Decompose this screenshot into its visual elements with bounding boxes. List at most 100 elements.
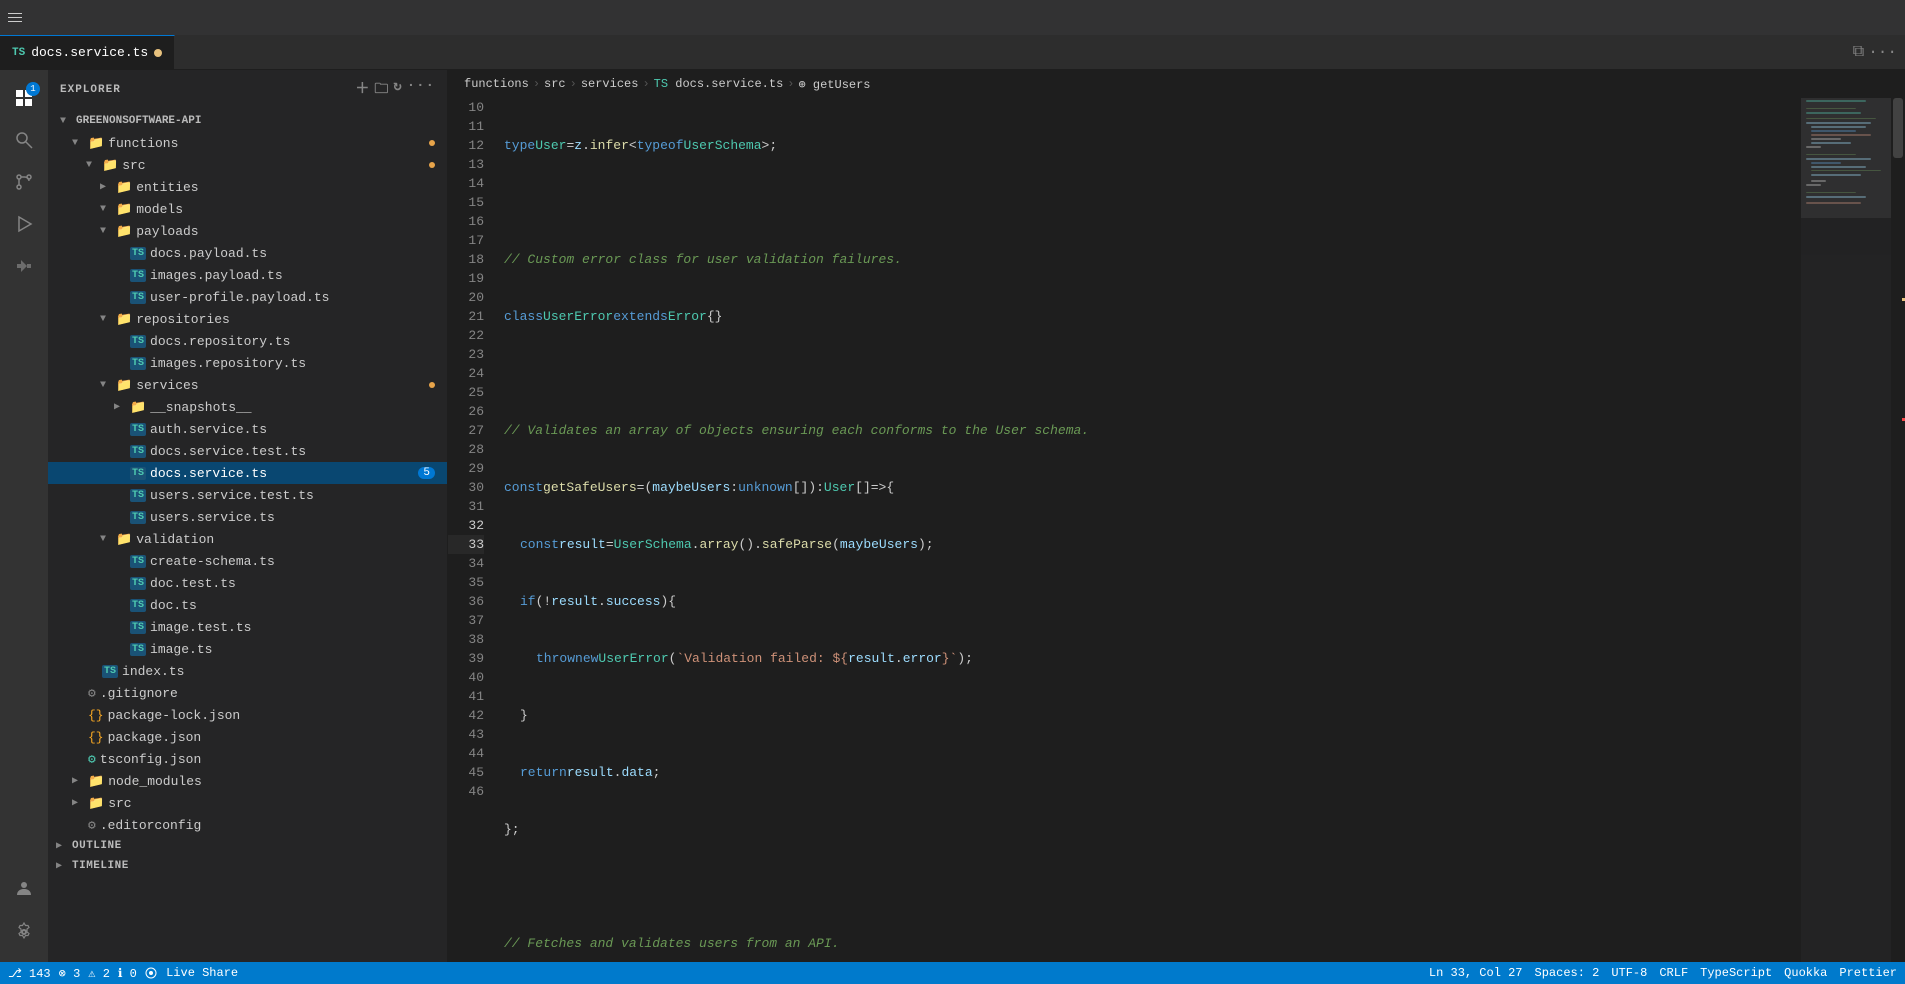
folder-icon-entities: 📁 (116, 180, 132, 195)
arrow-node-modules: ▶ (72, 775, 88, 787)
tree-snapshots[interactable]: ▶ 📁 __snapshots__ (48, 396, 447, 418)
status-info[interactable]: ℹ 0 (118, 966, 137, 981)
status-branch[interactable]: ⎇ 143 (8, 966, 51, 981)
code-line-21: return result.data; (504, 763, 1801, 782)
ts-icon-doc: TS (130, 599, 146, 612)
tree-functions[interactable]: ▼ 📁 functions (48, 132, 447, 154)
code-container: 1011121314 1516171819 2021222324 2526272… (448, 98, 1905, 962)
label-users-service-test: users.service.test.ts (150, 488, 314, 503)
tree-tsconfig[interactable]: ▶ ⚙ tsconfig.json (48, 748, 447, 770)
tree-package-json[interactable]: ▶ {} package.json (48, 726, 447, 748)
tree-doc-test[interactable]: ▶ TS doc.test.ts (48, 572, 447, 594)
activity-debug[interactable] (4, 204, 44, 244)
sidebar-header-icons: ＋ 🗀 ↻ ··· (355, 78, 435, 102)
activity-accounts[interactable] (4, 868, 44, 908)
collapse-icon[interactable]: ··· (407, 78, 435, 102)
label-image: image.ts (150, 642, 212, 657)
tree-docs-service[interactable]: ▶ TS docs.service.ts 5 (48, 462, 447, 484)
tree-editorconfig[interactable]: ▶ ⚙ .editorconfig (48, 814, 447, 836)
tree-docs-repository[interactable]: ▶ TS docs.repository.ts (48, 330, 447, 352)
minimap-slider[interactable] (1801, 98, 1891, 218)
breadcrumb-src[interactable]: src (544, 77, 566, 91)
hamburger-menu[interactable] (8, 10, 24, 26)
tree-create-schema[interactable]: ▶ TS create-schema.ts (48, 550, 447, 572)
tree-users-service-test[interactable]: ▶ TS users.service.test.ts (48, 484, 447, 506)
new-file-icon[interactable]: ＋ (355, 78, 370, 102)
status-errors[interactable]: ⊗ 3 (59, 966, 81, 981)
status-encoding[interactable]: UTF-8 (1611, 966, 1647, 980)
status-bar: ⎇ 143 ⊗ 3 ⚠ 2 ℹ 0 Live Share Ln 33, Col … (0, 962, 1905, 984)
ts-icon-docs-payload: TS (130, 247, 146, 260)
tree-payloads[interactable]: ▼ 📁 payloads (48, 220, 447, 242)
scrollbar-track[interactable] (1891, 98, 1905, 962)
minimap (1801, 98, 1891, 962)
status-spaces[interactable]: Spaces: 2 (1535, 966, 1600, 980)
tree-src2[interactable]: ▶ 📁 src (48, 792, 447, 814)
tree-users-service[interactable]: ▶ TS users.service.ts (48, 506, 447, 528)
label-images-repo: images.repository.ts (150, 356, 306, 371)
label-validation: validation (136, 532, 214, 547)
tree-image-test[interactable]: ▶ TS image.test.ts (48, 616, 447, 638)
code-line-24: // Fetches and validates users from an A… (504, 934, 1801, 953)
code-editor[interactable]: type User = z.infer<typeof UserSchema>; … (496, 98, 1801, 962)
status-language[interactable]: TypeScript (1700, 966, 1772, 980)
breadcrumb-services[interactable]: services (581, 77, 639, 91)
status-warnings[interactable]: ⚠ 2 (88, 966, 110, 981)
tree-gitignore[interactable]: ▶ ⚙ .gitignore (48, 682, 447, 704)
activity-extensions[interactable] (4, 246, 44, 286)
folder-icon-services: 📁 (116, 378, 132, 393)
folder-icon-models: 📁 (116, 202, 132, 217)
tree-models[interactable]: ▼ 📁 models (48, 198, 447, 220)
tree-repositories[interactable]: ▼ 📁 repositories (48, 308, 447, 330)
scrollbar-thumb[interactable] (1893, 98, 1903, 158)
status-prettier[interactable]: Prettier (1839, 966, 1897, 980)
more-actions-icon[interactable]: ··· (1868, 43, 1897, 61)
title-bar (0, 0, 1905, 35)
breadcrumb-functions[interactable]: functions (464, 77, 529, 91)
dot-src (429, 162, 435, 168)
status-quokka[interactable]: Quokka (1784, 966, 1827, 980)
code-line-20: } (504, 706, 1801, 725)
tree-images-repository[interactable]: ▶ TS images.repository.ts (48, 352, 447, 374)
tree-src[interactable]: ▼ 📁 src (48, 154, 447, 176)
arrow-functions: ▼ (72, 138, 88, 149)
activity-badge: 1 (26, 82, 40, 96)
tree-index[interactable]: ▶ TS index.ts (48, 660, 447, 682)
new-folder-icon[interactable]: 🗀 (374, 78, 389, 102)
ts-icon-create-schema: TS (130, 555, 146, 568)
tree-validation[interactable]: ▼ 📁 validation (48, 528, 447, 550)
breadcrumb-symbol[interactable]: ⊕ getUsers (798, 77, 870, 92)
tree-docs-payload[interactable]: ▶ TS docs.payload.ts (48, 242, 447, 264)
label-doc: doc.ts (150, 598, 197, 613)
outline-section[interactable]: ▶ OUTLINE (48, 836, 447, 856)
tree-image[interactable]: ▶ TS image.ts (48, 638, 447, 660)
activity-explorer[interactable]: 1 (4, 78, 44, 118)
timeline-section[interactable]: ▶ TIMELINE (48, 856, 447, 876)
split-editor-icon[interactable]: ⧉ (1853, 43, 1864, 61)
editorconfig-icon: ⚙ (88, 818, 96, 833)
status-position[interactable]: Ln 33, Col 27 (1429, 966, 1523, 980)
tree-docs-service-test[interactable]: ▶ TS docs.service.test.ts (48, 440, 447, 462)
tree-user-profile-payload[interactable]: ▶ TS user-profile.payload.ts (48, 286, 447, 308)
code-line-16: const getSafeUsers = (maybeUsers: unknow… (504, 478, 1801, 497)
tab-docs-service[interactable]: TS docs.service.ts (0, 35, 175, 69)
tree-images-payload[interactable]: ▶ TS images.payload.ts (48, 264, 447, 286)
tree-doc[interactable]: ▶ TS doc.ts (48, 594, 447, 616)
sidebar-title: EXPLORER (60, 84, 121, 96)
refresh-icon[interactable]: ↻ (393, 78, 402, 102)
status-line-ending[interactable]: CRLF (1659, 966, 1688, 980)
code-line-15: // Validates an array of objects ensurin… (504, 421, 1801, 440)
tree-auth-service[interactable]: ▶ TS auth.service.ts (48, 418, 447, 440)
tree-services[interactable]: ▼ 📁 services (48, 374, 447, 396)
breadcrumb-file[interactable]: TS docs.service.ts (654, 77, 784, 91)
activity-search[interactable] (4, 120, 44, 160)
status-live-share[interactable]: Live Share (145, 966, 238, 980)
tree-root[interactable]: ▼ GREENONSOFTWARE-API (48, 110, 447, 132)
tree-node-modules[interactable]: ▶ 📁 node_modules (48, 770, 447, 792)
arrow-repositories: ▼ (100, 314, 116, 325)
tree-entities[interactable]: ▶ 📁 entities (48, 176, 447, 198)
label-functions: functions (108, 136, 178, 151)
tree-package-lock[interactable]: ▶ {} package-lock.json (48, 704, 447, 726)
activity-settings[interactable] (4, 912, 44, 952)
activity-source-control[interactable] (4, 162, 44, 202)
